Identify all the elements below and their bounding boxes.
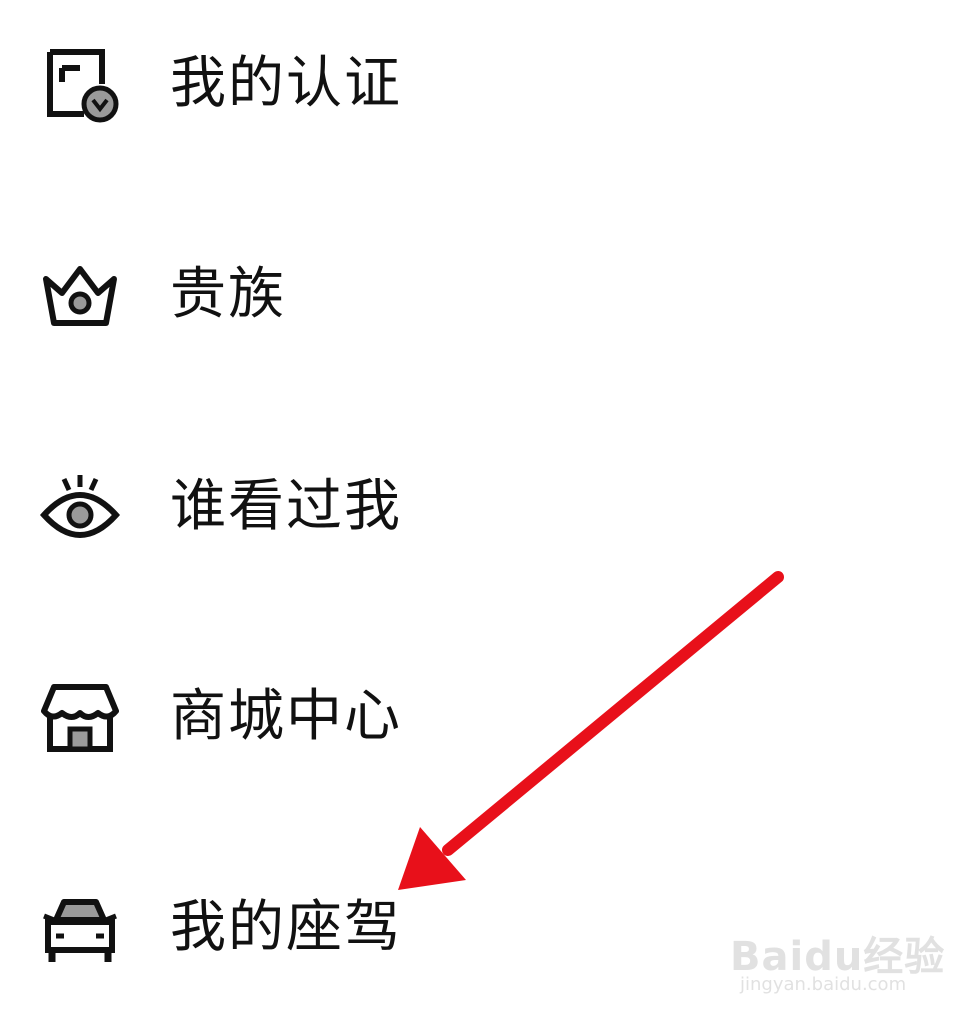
crown-icon — [40, 255, 120, 335]
menu-item-store-center[interactable]: 商城中心 — [0, 637, 900, 787]
menu-item-label: 商城中心 — [170, 684, 402, 749]
car-icon — [40, 888, 120, 968]
store-icon — [40, 677, 120, 757]
menu-item-label: 谁看过我 — [170, 474, 402, 539]
menu-item-label: 我的座驾 — [170, 895, 402, 960]
menu-item-my-certification[interactable]: 我的认证 — [0, 4, 900, 154]
menu-item-who-viewed-me[interactable]: 谁看过我 — [0, 427, 900, 577]
menu-item-label: 我的认证 — [170, 51, 402, 116]
settings-menu-list: 我的认证 贵族 谁看过我 商城中心 我的座驾 — [0, 0, 970, 1024]
baidu-jingyan-watermark: Baidu经验 jingyan.baidu.com — [730, 924, 944, 1004]
watermark-url: jingyan.baidu.com — [740, 974, 907, 995]
menu-item-nobility[interactable]: 贵族 — [0, 215, 900, 365]
certificate-icon — [40, 44, 120, 124]
menu-item-label: 贵族 — [170, 262, 286, 327]
eye-icon — [40, 467, 120, 547]
